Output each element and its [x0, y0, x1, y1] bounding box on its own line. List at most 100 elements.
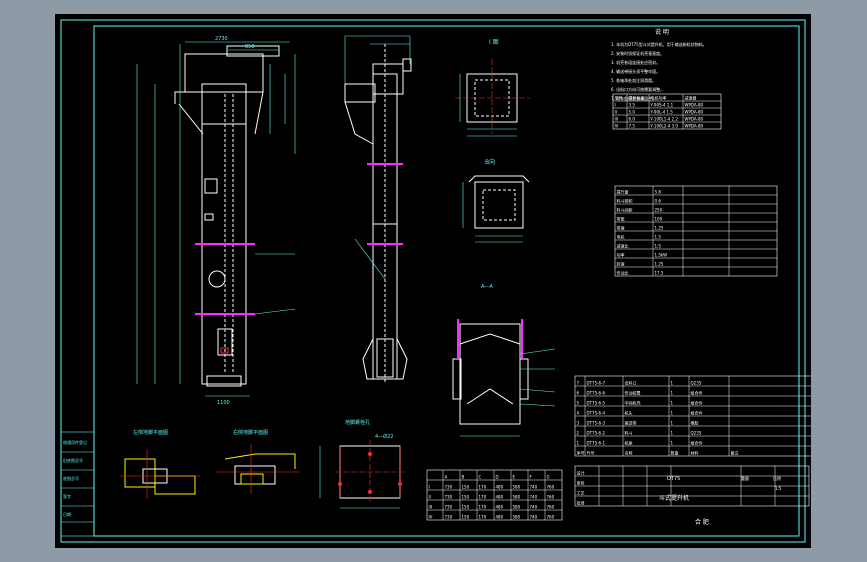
spec-cell: 7.5 — [629, 124, 636, 129]
dimtab-cell: 580 — [513, 505, 521, 510]
param-cell: 料斗容积 — [617, 198, 633, 204]
bom-cell: 输送带 — [625, 420, 637, 426]
spec-table: 型号IIIIIIIV提升高度3.55.06.07.5电机功率Y-90S-4 1.… — [612, 93, 722, 130]
param-cell: 1.25 — [655, 226, 664, 231]
spec-cell: WPDA-80 — [685, 124, 704, 129]
spec-cell: 6.0 — [629, 117, 636, 122]
dimtab-cell: 730 — [445, 505, 453, 510]
spec-cell: 3.5 — [629, 103, 636, 108]
bom-table: 7 6 5 4 3 2 1 序号 DT75-6-7 DT75-6-6 DT75-6-5 DT75-6-… — [574, 375, 820, 457]
bom-cell: 备注 — [731, 450, 739, 456]
right-plan-title: 右侧地脚平面图 — [233, 429, 268, 436]
param-cell: 1.5kW — [655, 253, 668, 258]
dimtab-cell: I — [429, 485, 430, 490]
spec-cell: 5.0 — [629, 110, 636, 115]
dimtab-cell: B — [462, 475, 465, 480]
bom-cell: 材料 — [691, 450, 699, 456]
note-line: 6. 出料口方向可按需要调整。 — [611, 86, 664, 92]
bom-cell: 1 — [577, 441, 580, 446]
cad-viewport[interactable]: 2730 850 1100 I 图 B向 A—A 地脚螺栓孔 4—Ø22 左侧地… — [0, 0, 867, 562]
param-cell: 提升量 — [617, 189, 629, 195]
dimtab-cell: 580 — [513, 485, 521, 490]
section-label-aa: A—A — [481, 284, 493, 290]
bom-cell: DT75-6-4 — [587, 411, 606, 416]
notes-heading: 说 明 — [655, 28, 669, 36]
bom-cell: 2 — [577, 431, 580, 436]
dimtab-cell: IV — [429, 515, 433, 520]
bom-cell: Q235 — [691, 381, 702, 386]
dimtab-cell: III — [429, 505, 433, 510]
bom-cell: 组合件 — [691, 410, 703, 416]
revision-block — [60, 431, 95, 537]
notes-list: 1. 本机为DT75型斗式提升机，用于输送粉粒状物料。 2. 安装时须保证机壳垂直… — [611, 41, 707, 101]
bom-cell: 1 — [671, 381, 674, 386]
top-section-view — [455, 59, 530, 134]
note-line: 5. 各轴承处加注润滑脂。 — [611, 77, 656, 83]
title-cell: 工艺 — [577, 491, 585, 496]
mid-section-view — [468, 175, 530, 229]
dim-1100: 1100 — [217, 400, 230, 406]
dimtab-cell: D — [496, 475, 499, 480]
dimtab-cell: F — [530, 475, 533, 480]
dimtab-cell: II — [429, 495, 431, 500]
mid-section-dims — [462, 182, 523, 243]
param-cell: 1.5 — [655, 235, 662, 240]
bom-cell: 3 — [577, 421, 580, 426]
dimtab-cell: 740 — [530, 485, 538, 490]
bom-cell: 序号 — [577, 450, 585, 456]
dimtab-cell: 730 — [445, 515, 453, 520]
dimtab-cell: 170 — [479, 485, 487, 490]
title-block: 设计审核工艺批准 DT75 斗式提升机 重量 比例 1:5 合 肥 — [574, 465, 810, 526]
bom-cell: 1 — [671, 401, 674, 406]
dimtab-cell: A — [445, 475, 448, 480]
spec-cell: II — [615, 110, 617, 115]
right-foundation-plan — [215, 444, 300, 494]
bom-cell: 出料口 — [625, 380, 637, 386]
bom-cell: DT75-6-6 — [587, 391, 606, 396]
dimtab-cell: G — [547, 475, 550, 480]
dimtab-cell: 480 — [496, 495, 504, 500]
revision-label: 借通用件登记 — [63, 439, 87, 445]
boot-accents — [457, 319, 523, 359]
dimtab-cell: 580 — [513, 515, 521, 520]
base-hole-title: 地脚螺栓孔 — [345, 419, 370, 426]
dimtab-cell: 760 — [547, 495, 555, 500]
side-elevation — [344, 44, 412, 384]
bom-cell: 传动装置 — [625, 390, 641, 396]
note-line: 2. 安装时须保证机壳垂直度。 — [611, 50, 664, 56]
front-dimensions — [136, 41, 296, 397]
dimtab-cell: 480 — [496, 505, 504, 510]
drawing-sheet[interactable]: 2730 850 1100 I 图 B向 A—A 地脚螺栓孔 4—Ø22 左侧地… — [55, 14, 820, 548]
left-foundation-plan — [120, 449, 200, 499]
note-line: 1. 本机为DT75型斗式提升机，用于输送粉粒状物料。 — [611, 41, 707, 47]
base-hole-plan — [319, 440, 405, 509]
bom-cell: 7 — [577, 381, 580, 386]
spec-cell: WPDA-80 — [685, 103, 704, 108]
dimtab-cell: 170 — [479, 505, 487, 510]
param-cell: 电机 — [617, 234, 625, 240]
dimtab-cell: 480 — [496, 515, 504, 520]
spec-cell: 提升高度 — [629, 95, 645, 101]
spec-cell: Y-90S-4 1.1 — [650, 103, 674, 108]
front-elevation — [174, 45, 280, 387]
dimtab-cell: 150 — [462, 485, 470, 490]
param-table: 提升量料斗容积料斗间距带宽带速电机减速比功率转速传动比 5.8 0.6 250 100 1… — [614, 185, 778, 277]
bom-cell: DT75-6-7 — [587, 381, 606, 386]
spec-cell: Y-100L2-4 3.0 — [650, 124, 679, 129]
spec-cell: III — [615, 117, 619, 122]
side-dimensions — [344, 35, 411, 280]
spec-cell: Y-90L-4 1.5 — [650, 110, 674, 115]
bom-cell: 料斗 — [625, 430, 633, 436]
bom-cell: 机头 — [625, 410, 633, 416]
dim-table: IIIIIIIVA730730730730B150150150150C17017… — [426, 469, 563, 521]
title-cell: 设计 — [577, 470, 585, 476]
spec-cell: WPDA-80 — [685, 110, 704, 115]
spec-cell: I — [615, 103, 616, 108]
hole-spec-label: 4—Ø22 — [375, 433, 393, 440]
dimtab-cell: 740 — [530, 505, 538, 510]
bom-cell: 组合件 — [691, 400, 703, 406]
dimtab-cell: 730 — [445, 495, 453, 500]
bom-cell: 5 — [577, 401, 580, 406]
bom-cell: DT75-6-5 — [587, 401, 606, 406]
title-name: 斗式提升机 — [659, 494, 689, 502]
